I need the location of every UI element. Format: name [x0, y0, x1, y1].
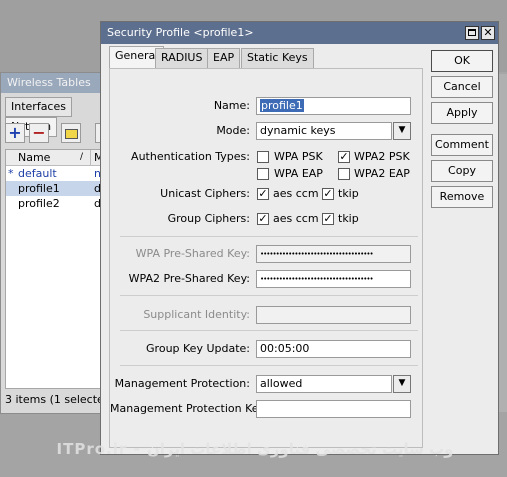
status-bar: 3 items (1 selected)	[5, 393, 116, 406]
maximize-icon[interactable]	[465, 26, 479, 40]
management-protection-select[interactable]: allowed	[256, 375, 392, 393]
row-name: profile2	[18, 197, 60, 210]
column-header-name[interactable]: Name	[18, 150, 50, 165]
comment-icon[interactable]	[61, 123, 81, 143]
mode-label: Mode:	[216, 124, 250, 137]
row-name: default	[18, 167, 57, 180]
wpa-psk-label: WPA PSK	[274, 150, 323, 163]
wpa-psk-key-field[interactable]: ••••••••••••••••••••••••••••••••••••	[256, 245, 411, 263]
management-protection-dropdown-arrow-icon[interactable]: ▼	[393, 375, 411, 393]
auth-types-label: Authentication Types:	[131, 150, 250, 163]
sort-icon: ∕	[80, 152, 84, 162]
wpa-psk-checkbox[interactable]	[257, 151, 269, 163]
wpa2-eap-label: WPA2 EAP	[354, 167, 410, 180]
wpa2-eap-checkbox[interactable]	[338, 168, 350, 180]
row-name: profile1	[18, 182, 60, 195]
management-protection-key-field[interactable]	[256, 400, 411, 418]
unicast-aes-ccm-checkbox[interactable]: ✓	[257, 188, 269, 200]
group-tkip-label: tkip	[338, 212, 359, 225]
remove-button[interactable]: Remove	[431, 186, 493, 208]
general-panel: Name: profile1 Mode: dynamic keys ▼ Auth…	[109, 68, 423, 448]
dialog-title: Security Profile <profile1>	[101, 22, 498, 44]
name-value: profile1	[260, 99, 304, 112]
security-profile-dialog: Security Profile <profile1> ✕ General RA…	[100, 21, 499, 455]
cancel-button[interactable]: Cancel	[431, 76, 493, 98]
comment-button[interactable]: Comment	[431, 134, 493, 156]
ok-button[interactable]: OK	[431, 50, 493, 72]
group-ciphers-label: Group Ciphers:	[167, 212, 250, 225]
group-key-update-field[interactable]: 00:05:00	[256, 340, 411, 358]
wpa-eap-checkbox[interactable]	[257, 168, 269, 180]
wpa-eap-label: WPA EAP	[274, 167, 323, 180]
tab-interfaces[interactable]: Interfaces	[5, 97, 72, 117]
watermark: ITPro.ir - وب سایت تخصصی فناوری اطلاعات …	[56, 440, 454, 458]
wpa2-psk-key-label: WPA2 Pre-Shared Key:	[128, 272, 250, 285]
divider	[120, 330, 418, 331]
group-key-update-label: Group Key Update:	[146, 342, 250, 355]
wpa-psk-key-label: WPA Pre-Shared Key:	[135, 247, 250, 260]
divider	[120, 365, 418, 366]
name-field[interactable]: profile1	[256, 97, 411, 115]
close-icon[interactable]: ✕	[481, 26, 495, 40]
supplicant-identity-field[interactable]	[256, 306, 411, 324]
tab-radius[interactable]: RADIUS	[155, 48, 209, 68]
remove-icon[interactable]: −	[29, 123, 49, 143]
group-aes-ccm-checkbox[interactable]: ✓	[257, 213, 269, 225]
group-tkip-checkbox[interactable]: ✓	[322, 213, 334, 225]
mode-select[interactable]: dynamic keys	[256, 122, 392, 140]
wpa2-psk-key-field[interactable]: ••••••••••••••••••••••••••••••••••••	[256, 270, 411, 288]
copy-button[interactable]: Copy	[431, 160, 493, 182]
column-divider	[90, 150, 91, 165]
unicast-ciphers-label: Unicast Ciphers:	[160, 187, 250, 200]
supplicant-identity-label: Supplicant Identity:	[143, 308, 250, 321]
row-flag: *	[8, 167, 14, 180]
tab-static-keys[interactable]: Static Keys	[241, 48, 314, 68]
add-icon[interactable]: +	[5, 123, 25, 143]
management-protection-label: Management Protection:	[114, 377, 250, 390]
name-label: Name:	[213, 99, 250, 112]
mode-dropdown-arrow-icon[interactable]: ▼	[393, 122, 411, 140]
unicast-tkip-label: tkip	[338, 187, 359, 200]
group-aes-ccm-label: aes ccm	[273, 212, 319, 225]
divider	[120, 295, 418, 296]
unicast-aes-ccm-label: aes ccm	[273, 187, 319, 200]
divider	[120, 236, 418, 237]
wpa2-psk-label: WPA2 PSK	[354, 150, 410, 163]
wpa2-psk-checkbox[interactable]: ✓	[338, 151, 350, 163]
tab-eap[interactable]: EAP	[207, 48, 241, 68]
apply-button[interactable]: Apply	[431, 102, 493, 124]
management-protection-key-label: Management Protection Key:	[110, 402, 268, 415]
unicast-tkip-checkbox[interactable]: ✓	[322, 188, 334, 200]
